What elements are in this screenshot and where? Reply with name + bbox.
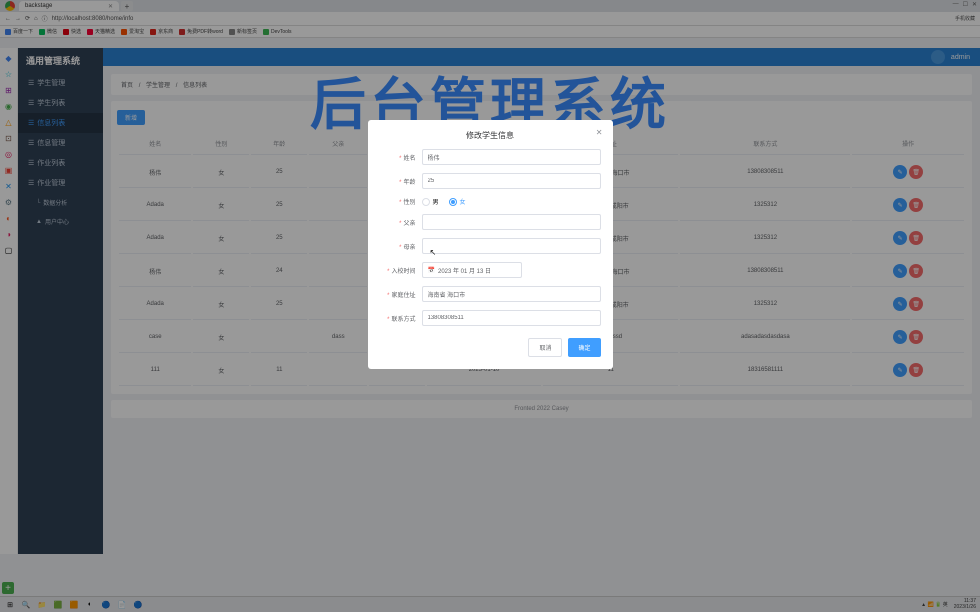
radio-female[interactable]: 女 — [449, 197, 466, 206]
age-label: 年龄 — [380, 177, 422, 186]
calendar-icon: 📅 — [428, 267, 435, 274]
phone-input[interactable] — [422, 310, 601, 326]
phone-label: 联系方式 — [380, 314, 422, 323]
edit-student-modal: 修改学生信息 ✕ 姓名 年龄 性别 男 女 ↖ 父亲 母亲 入校时间 — [368, 120, 613, 369]
modal-overlay[interactable]: 修改学生信息 ✕ 姓名 年龄 性别 男 女 ↖ 父亲 母亲 入校时间 — [0, 0, 980, 612]
modal-title: 修改学生信息 — [380, 130, 601, 149]
close-icon[interactable]: ✕ — [596, 128, 603, 137]
cursor-icon: ↖ — [430, 248, 437, 257]
date-picker[interactable]: 📅 2023 年 01 月 13 日 — [422, 262, 522, 278]
father-label: 父亲 — [380, 218, 422, 227]
addr-label: 家庭住址 — [380, 290, 422, 299]
father-input[interactable] — [422, 214, 601, 230]
sex-label: 性别 — [380, 197, 422, 206]
cancel-button[interactable]: 取消 — [528, 338, 562, 357]
radio-male[interactable]: 男 — [422, 197, 439, 206]
date-label: 入校时间 — [380, 266, 422, 275]
confirm-button[interactable]: 确定 — [568, 338, 600, 357]
name-label: 姓名 — [380, 153, 422, 162]
name-input[interactable] — [422, 149, 601, 165]
mother-label: 母亲 — [380, 242, 422, 251]
age-input[interactable] — [422, 173, 601, 189]
mother-input[interactable] — [422, 238, 601, 254]
addr-input[interactable] — [422, 286, 601, 302]
